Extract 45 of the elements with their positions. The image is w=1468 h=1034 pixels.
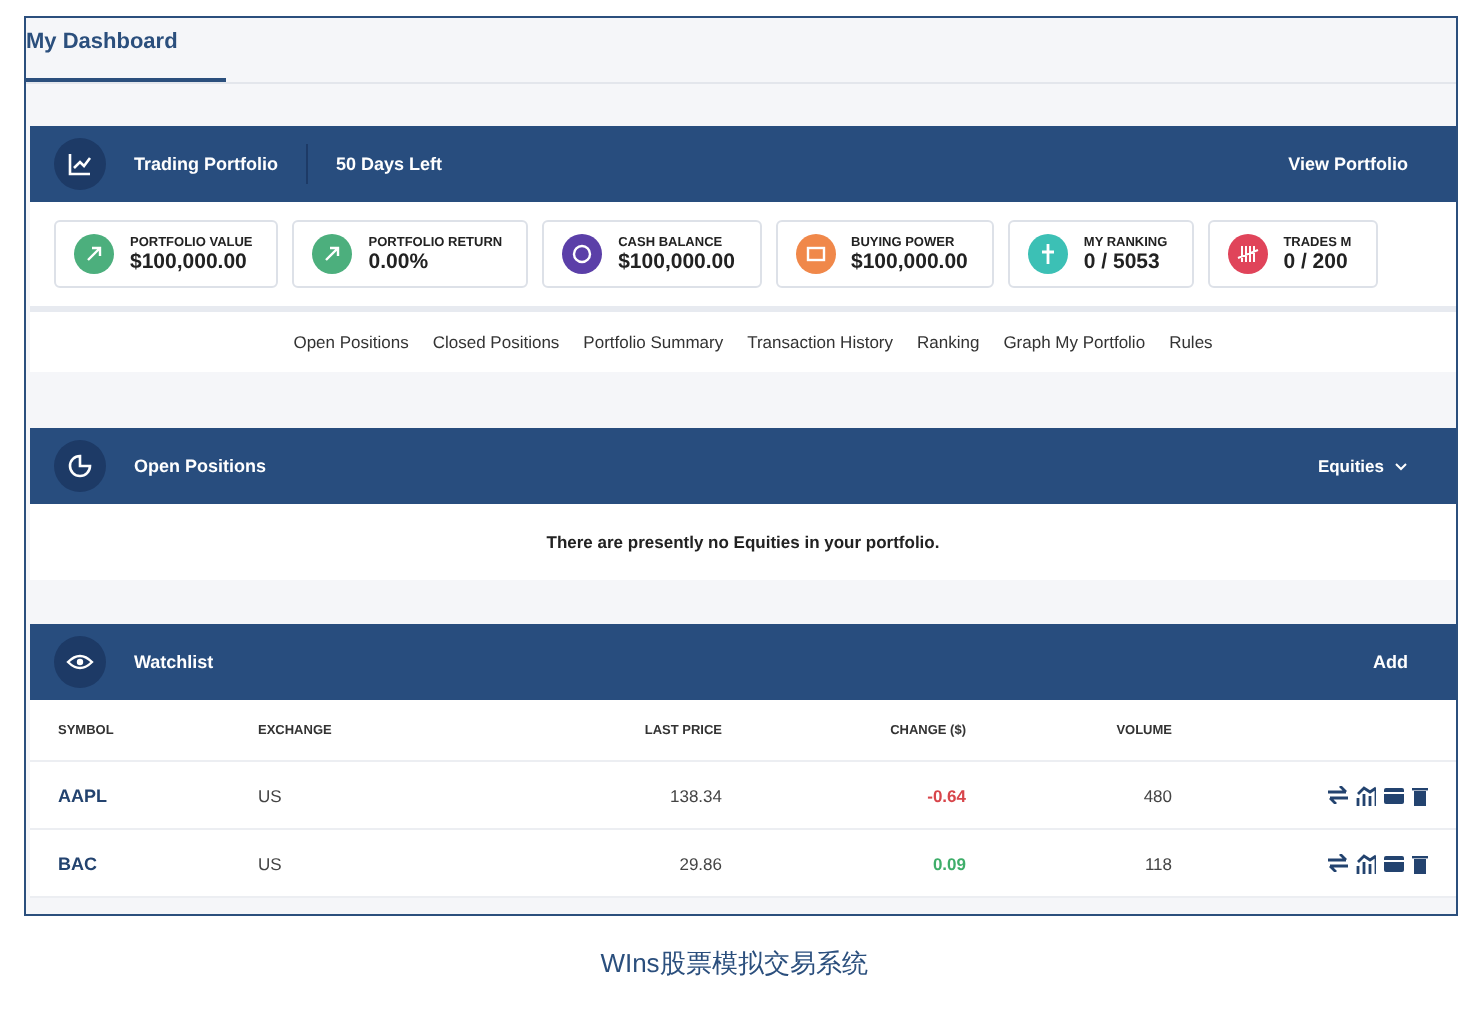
card-icon[interactable] [1384, 855, 1404, 871]
table-cell-text: US [258, 785, 284, 805]
nav-link[interactable]: Ranking [917, 332, 980, 352]
symbol-link[interactable]: AAPL [58, 785, 258, 805]
dashboard-tab[interactable]: My Dashboard [26, 18, 226, 82]
table-cell-text: US [258, 853, 284, 873]
change-cell-text: -0.64 [925, 785, 966, 805]
table-cell-text: 138.34 [668, 785, 722, 805]
card-icon[interactable] [1384, 787, 1404, 803]
nav-link[interactable]: Rules [1169, 332, 1213, 352]
stat-value: $100,000.00 [130, 249, 249, 273]
equities-dropdown[interactable]: Equities [1317, 456, 1408, 476]
trash-icon[interactable] [1412, 853, 1428, 873]
pie-chart-icon [54, 440, 106, 492]
symbol-link[interactable]: BAC [58, 853, 258, 873]
stat-value: $100,000.00 [851, 249, 968, 273]
table-cell-text: 29.86 [677, 853, 722, 873]
empty-message: There are presently no Equities in your portfolio. [546, 532, 940, 552]
table-cell-text: 480 [1141, 785, 1172, 805]
watchlist-title: Watchlist [134, 652, 214, 672]
view-portfolio-link[interactable]: View Portfolio [1288, 154, 1408, 174]
change-cell-text: 0.09 [930, 853, 966, 873]
nav-link[interactable]: Portfolio Summary [583, 332, 724, 352]
stat-value: 0 / 5053 [1083, 249, 1162, 273]
stat-value: 0 / 200 [1283, 249, 1350, 273]
stat-value: $100,000.00 [618, 249, 735, 273]
bar-chart-icon[interactable] [1356, 785, 1376, 805]
table-cell-text: 118 [1142, 853, 1172, 873]
portfolio-title: Trading Portfolio [134, 154, 278, 174]
open-positions-title: Open Positions [134, 456, 267, 476]
stat-value: 0.00% [368, 249, 431, 273]
nav-link[interactable]: Closed Positions [432, 332, 560, 352]
line-chart-icon [54, 138, 106, 190]
caption: WIns股票模拟交易系统 [598, 946, 870, 982]
swap-arrows-icon[interactable] [1328, 854, 1348, 872]
add-link[interactable]: Add [1373, 652, 1408, 672]
eye-icon [54, 636, 106, 688]
days-left-label: 50 Days Left [336, 154, 443, 174]
chevron-down-icon [1394, 461, 1408, 471]
trash-icon[interactable] [1412, 785, 1428, 805]
bar-chart-icon[interactable] [1356, 853, 1376, 873]
swap-arrows-icon[interactable] [1328, 786, 1348, 804]
nav-link[interactable]: Open Positions [293, 332, 409, 352]
nav-link[interactable]: Graph My Portfolio [1003, 332, 1146, 352]
nav-link[interactable]: Transaction History [747, 332, 893, 352]
